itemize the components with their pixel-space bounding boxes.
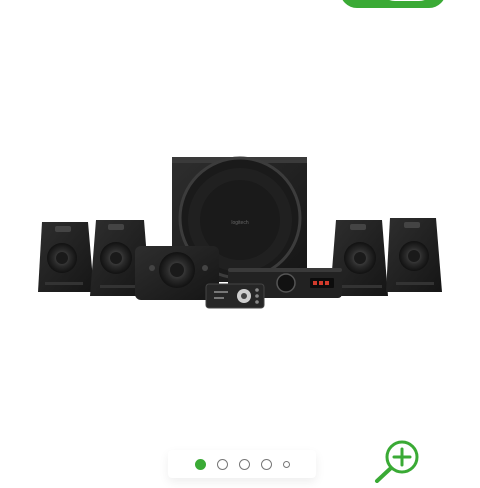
gallery-dot-3[interactable] xyxy=(238,458,250,470)
green-action-button[interactable] xyxy=(340,0,446,8)
subwoofer-logo: logitech xyxy=(231,220,248,226)
gallery-dot-2[interactable] xyxy=(216,458,228,470)
zoom-in-icon xyxy=(375,440,419,483)
gallery-dot-4[interactable] xyxy=(260,458,272,470)
gallery-dot-5[interactable] xyxy=(282,460,290,468)
zoom-button[interactable] xyxy=(372,437,422,483)
product-image: logitech xyxy=(38,156,442,309)
gallery-dot-1[interactable] xyxy=(194,458,206,470)
gallery-pagination xyxy=(168,450,316,478)
